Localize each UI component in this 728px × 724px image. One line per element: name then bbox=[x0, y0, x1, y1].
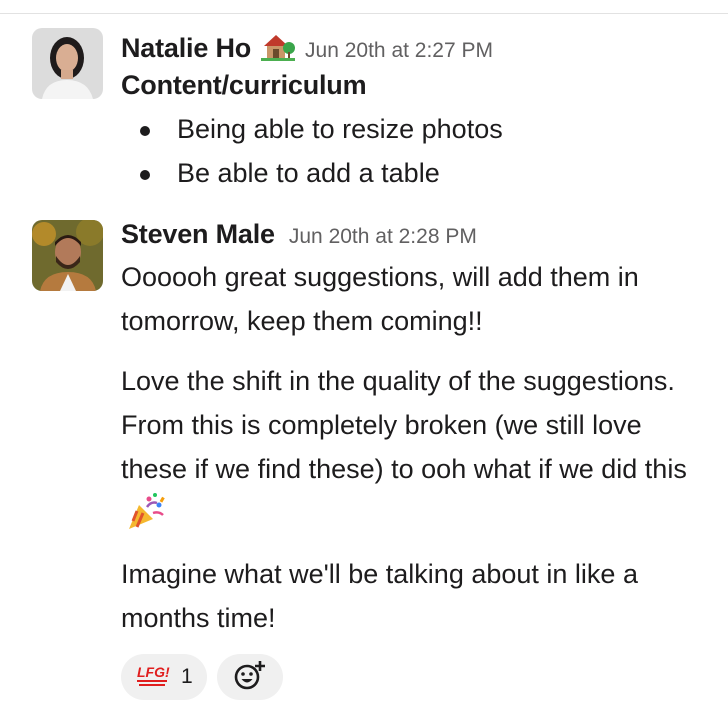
sender-name[interactable]: Natalie Ho bbox=[121, 33, 251, 64]
message-paragraph: Oooooh great suggestions, will add them … bbox=[121, 262, 639, 336]
lfg-emoji-icon: LFG! bbox=[135, 661, 171, 694]
sender-name[interactable]: Steven Male bbox=[121, 219, 275, 250]
avatar[interactable] bbox=[32, 28, 103, 99]
svg-text:LFG!: LFG! bbox=[137, 664, 170, 680]
reactions-bar: LFG! 1 bbox=[121, 654, 711, 700]
list-item: Be able to add a table bbox=[121, 151, 711, 195]
reaction-lfg[interactable]: LFG! 1 bbox=[121, 654, 207, 700]
message-paragraph: Imagine what we'll be talking about in l… bbox=[121, 559, 638, 633]
avatar[interactable] bbox=[32, 220, 103, 291]
message-paragraph-text: Love the shift in the quality of the sug… bbox=[121, 366, 687, 484]
message-heading: Content/curriculum bbox=[121, 70, 367, 100]
divider bbox=[0, 13, 728, 14]
timestamp[interactable]: Jun 20th at 2:27 PM bbox=[305, 39, 493, 63]
timestamp[interactable]: Jun 20th at 2:28 PM bbox=[289, 225, 477, 249]
list-item: Being able to resize photos bbox=[121, 107, 711, 151]
reaction-count: 1 bbox=[181, 665, 193, 688]
party-popper-icon bbox=[125, 491, 167, 533]
add-reaction-button[interactable] bbox=[216, 654, 283, 700]
message-paragraph: Love the shift in the quality of the sug… bbox=[121, 359, 711, 536]
add-reaction-icon bbox=[233, 659, 267, 696]
bullet-list: Being able to resize photos Be able to a… bbox=[121, 107, 711, 195]
house-with-garden-icon[interactable] bbox=[261, 31, 296, 61]
